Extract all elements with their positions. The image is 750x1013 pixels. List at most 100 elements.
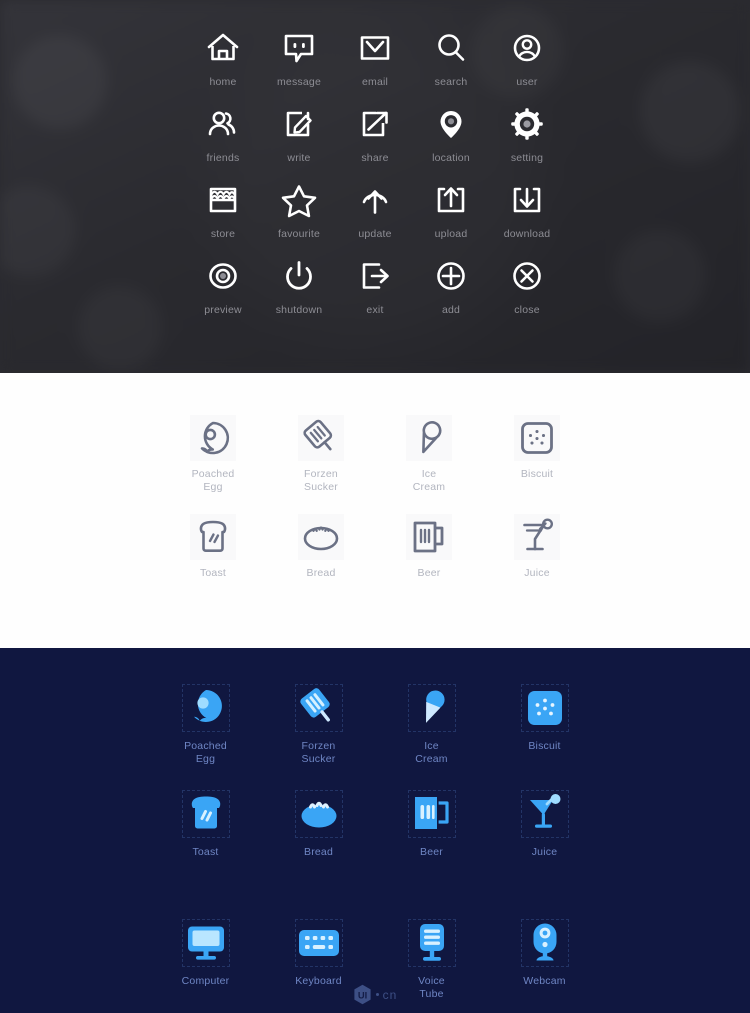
icon-label: friends xyxy=(207,152,240,164)
bread-icon xyxy=(300,516,342,558)
toast-icon xyxy=(183,791,229,837)
label-line-2: Cream xyxy=(415,753,448,765)
grid-spacer xyxy=(488,881,601,895)
icon-tile-update[interactable]: update xyxy=(337,178,413,254)
icon-tile-message[interactable]: message xyxy=(261,26,337,102)
icon-frame xyxy=(406,415,452,461)
icon-label: Poached Egg xyxy=(184,740,227,766)
icon-tile-bread-filled[interactable]: Bread xyxy=(262,788,375,859)
label-line-1: Poached xyxy=(192,468,235,480)
icon-tile-preview[interactable]: preview xyxy=(185,254,261,330)
juice-icon xyxy=(522,791,568,837)
icon-tile-forzen-sucker[interactable]: Forzen Sucker xyxy=(267,415,375,494)
icon-tile-close[interactable]: close xyxy=(489,254,565,330)
icon-tile-beer[interactable]: Beer xyxy=(375,514,483,580)
label-line-1: Beer xyxy=(418,567,441,579)
icon-tile-share[interactable]: share xyxy=(337,102,413,178)
location-icon xyxy=(429,102,473,146)
beer-icon xyxy=(408,516,450,558)
icon-tile-home[interactable]: home xyxy=(185,26,261,102)
biscuit-icon xyxy=(516,417,558,459)
icon-label: exit xyxy=(366,304,383,316)
icon-frame xyxy=(519,788,571,840)
icon-tile-juice-filled[interactable]: Juice xyxy=(488,788,601,859)
icon-tile-setting[interactable]: setting xyxy=(489,102,565,178)
icon-label: setting xyxy=(511,152,543,164)
icon-tile-add[interactable]: add xyxy=(413,254,489,330)
label-line-2: Cream xyxy=(413,481,446,493)
icon-tile-location[interactable]: location xyxy=(413,102,489,178)
label-line-1: Bread xyxy=(304,846,333,858)
label-line-1: Juice xyxy=(532,846,558,858)
label-line-2: Egg xyxy=(196,753,215,765)
icon-label: download xyxy=(504,228,551,240)
setting-icon xyxy=(505,102,549,146)
icon-label: search xyxy=(435,76,468,88)
icon-tile-exit[interactable]: exit xyxy=(337,254,413,330)
icon-tile-ice-cream[interactable]: Ice Cream xyxy=(375,415,483,494)
icon-tile-friends[interactable]: friends xyxy=(185,102,261,178)
exit-icon xyxy=(353,254,397,298)
icon-tile-upload[interactable]: upload xyxy=(413,178,489,254)
juice-icon xyxy=(516,516,558,558)
icon-label: favourite xyxy=(278,228,320,240)
icon-tile-favourite[interactable]: favourite xyxy=(261,178,337,254)
icon-label: store xyxy=(211,228,235,240)
icon-frame xyxy=(406,514,452,560)
label-line-1: Poached xyxy=(184,740,227,752)
forzen-sucker-icon xyxy=(296,685,342,731)
white-icon-grid: Poached Egg Forzen xyxy=(0,373,750,580)
icon-label: Biscuit xyxy=(528,740,560,753)
logo-text: cn xyxy=(383,988,398,1002)
icon-tile-ice-cream-filled[interactable]: Ice Cream xyxy=(375,682,488,766)
icon-tile-juice[interactable]: Juice xyxy=(483,514,591,580)
icon-tile-poached-egg-filled[interactable]: Poached Egg xyxy=(149,682,262,766)
write-icon xyxy=(277,102,321,146)
icon-frame xyxy=(406,917,458,969)
icon-tile-bread[interactable]: Bread xyxy=(267,514,375,580)
forzen-sucker-icon xyxy=(300,417,342,459)
grid-spacer xyxy=(149,881,262,895)
icon-frame xyxy=(293,917,345,969)
label-line-1: Toast xyxy=(200,567,226,579)
favourite-icon xyxy=(277,178,321,222)
label-line-2: Egg xyxy=(203,481,222,493)
icon-tile-biscuit-filled[interactable]: Biscuit xyxy=(488,682,601,766)
beer-icon xyxy=(409,791,455,837)
icon-label: home xyxy=(209,76,236,88)
icon-tile-search[interactable]: search xyxy=(413,26,489,102)
icon-tile-download[interactable]: download xyxy=(489,178,565,254)
icon-label: Beer xyxy=(420,846,443,859)
label-line-1: Forzen xyxy=(302,740,336,752)
icon-frame xyxy=(190,514,236,560)
poached-egg-icon xyxy=(183,685,229,731)
icon-frame xyxy=(293,682,345,734)
ice-cream-icon xyxy=(408,417,450,459)
icon-label: Bread xyxy=(306,567,335,580)
icon-label: shutdown xyxy=(276,304,323,316)
icon-label: Juice xyxy=(524,567,550,580)
label-line-1: Ice xyxy=(422,468,437,480)
grid-spacer xyxy=(262,881,375,895)
icon-tile-beer-filled[interactable]: Beer xyxy=(375,788,488,859)
label-line-1: Bread xyxy=(306,567,335,579)
icon-frame xyxy=(298,415,344,461)
icon-tile-shutdown[interactable]: shutdown xyxy=(261,254,337,330)
icon-tile-store[interactable]: store xyxy=(185,178,261,254)
friends-icon xyxy=(201,102,245,146)
store-icon xyxy=(201,178,245,222)
webcam-icon xyxy=(522,920,568,966)
icon-label: Ice Cream xyxy=(415,740,448,766)
icon-tile-email[interactable]: email xyxy=(337,26,413,102)
icon-tile-forzen-sucker-filled[interactable]: Forzen Sucker xyxy=(262,682,375,766)
label-line-1: Juice xyxy=(524,567,550,579)
icon-label: Biscuit xyxy=(521,468,553,481)
icon-frame xyxy=(293,788,345,840)
icon-tile-biscuit[interactable]: Biscuit xyxy=(483,415,591,494)
keyboard-icon xyxy=(296,920,342,966)
icon-tile-user[interactable]: user xyxy=(489,26,565,102)
icon-tile-poached-egg[interactable]: Poached Egg xyxy=(159,415,267,494)
icon-tile-toast-filled[interactable]: Toast xyxy=(149,788,262,859)
icon-tile-toast[interactable]: Toast xyxy=(159,514,267,580)
icon-tile-write[interactable]: write xyxy=(261,102,337,178)
